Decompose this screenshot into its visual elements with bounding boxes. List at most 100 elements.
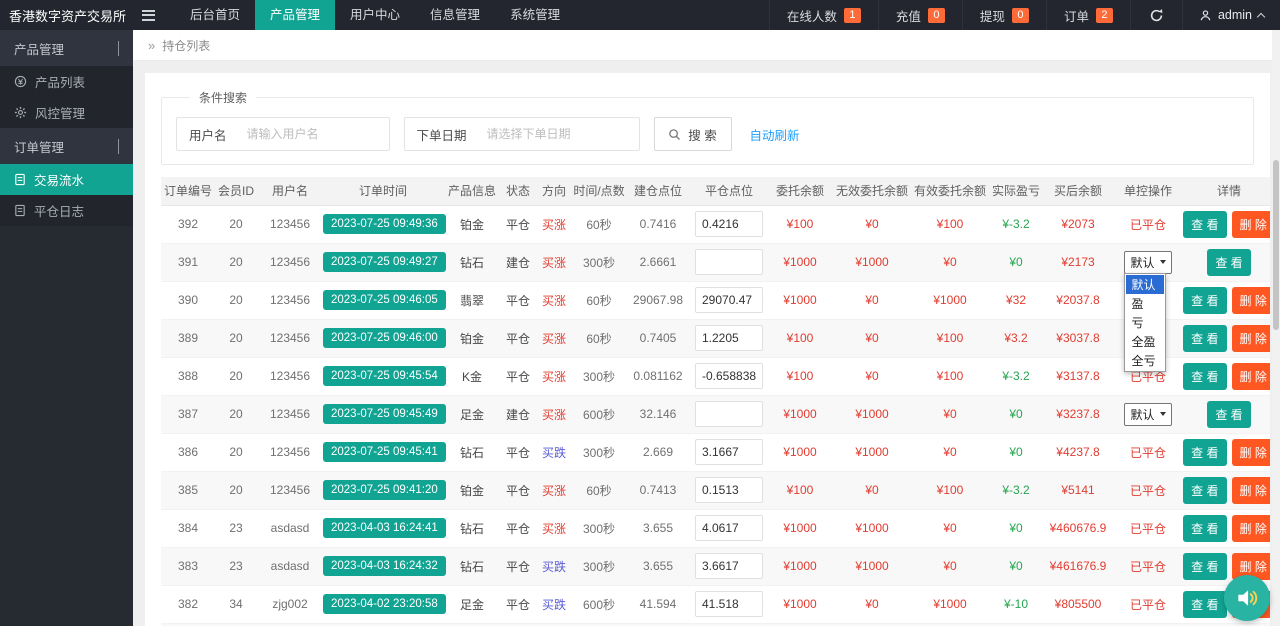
risk-control-cell: 默认默认盈亏全盈全亏 <box>1113 243 1183 281</box>
select-option[interactable]: 盈 <box>1126 294 1164 313</box>
stat-0[interactable]: 在线人数1 <box>769 0 878 30</box>
close-point-input[interactable] <box>695 211 763 237</box>
delete-button[interactable]: 删 除 <box>1232 325 1271 352</box>
refresh-button[interactable] <box>1130 0 1182 30</box>
view-button[interactable]: 查 看 <box>1183 591 1226 618</box>
select-option[interactable]: 默认 <box>1126 275 1164 294</box>
close-point-input[interactable] <box>695 325 763 351</box>
sidebar-item-0-1[interactable]: 风控管理 <box>0 97 133 128</box>
nav-item-0[interactable]: 后台首页 <box>175 0 255 30</box>
view-button[interactable]: 查 看 <box>1183 477 1226 504</box>
table-row: 385201234562023-07-25 09:41:20铂金平仓买涨60秒0… <box>161 471 1270 509</box>
sound-float-button[interactable] <box>1224 575 1270 621</box>
status-label-cell: 平仓 <box>501 433 535 471</box>
scrollbar-thumb[interactable] <box>1273 160 1279 330</box>
order-time-badge: 2023-04-03 16:24:32 <box>323 556 446 576</box>
nav-item-2[interactable]: 用户中心 <box>335 0 415 30</box>
order-id-cell: 384 <box>161 509 215 547</box>
status-label-cell: 建仓 <box>501 243 535 281</box>
order-time-badge: 2023-07-25 09:45:41 <box>323 442 446 462</box>
delete-button[interactable]: 删 除 <box>1232 211 1271 238</box>
close-point-input[interactable] <box>695 401 763 427</box>
entrust-balance-cell: ¥1000 <box>767 509 833 547</box>
member-id-cell: 20 <box>215 395 257 433</box>
view-button[interactable]: 查 看 <box>1183 211 1226 238</box>
invalid-entrust-balance: ¥1000 <box>855 445 888 459</box>
actual-pnl: ¥-3.2 <box>1002 217 1029 231</box>
open-point: 29067.98 <box>633 293 683 307</box>
nav-item-4[interactable]: 系统管理 <box>495 0 575 30</box>
order-time-badge: 2023-04-02 23:20:58 <box>323 594 446 614</box>
nav-item-1[interactable]: 产品管理 <box>255 0 335 30</box>
search-button[interactable]: 搜 索 <box>654 117 732 151</box>
sidebar-item-label: 交易流水 <box>34 170 84 189</box>
delete-button[interactable]: 删 除 <box>1232 515 1271 542</box>
open-point: 32.146 <box>640 407 677 421</box>
view-button[interactable]: 查 看 <box>1207 401 1250 428</box>
risk-control-select[interactable]: 默认 <box>1124 251 1171 274</box>
direction-cell: 买涨 <box>535 243 573 281</box>
delete-button[interactable]: 删 除 <box>1232 363 1271 390</box>
sidebar-section-0[interactable]: 产品管理 <box>0 30 133 66</box>
view-button[interactable]: 查 看 <box>1183 287 1226 314</box>
view-button[interactable]: 查 看 <box>1183 515 1226 542</box>
delete-button[interactable]: 删 除 <box>1232 287 1271 314</box>
sidebar-item-1-1[interactable]: 平仓日志 <box>0 195 133 226</box>
product-name-cell: 钻石 <box>443 243 501 281</box>
valid-entrust-balance-cell: ¥100 <box>911 471 989 509</box>
duration: 60秒 <box>586 294 611 308</box>
close-point-input[interactable] <box>695 439 763 465</box>
auto-refresh-link[interactable]: 自动刷新 <box>750 125 800 144</box>
actual-pnl: ¥-3.2 <box>1002 369 1029 383</box>
hamburger-icon[interactable] <box>133 0 163 30</box>
risk-control-select-wrap: 默认 <box>1124 403 1171 426</box>
stat-1[interactable]: 充值0 <box>878 0 962 30</box>
delete-button[interactable]: 删 除 <box>1232 439 1271 466</box>
stat-2[interactable]: 提现0 <box>962 0 1046 30</box>
close-point-cell <box>691 509 767 547</box>
user-name: admin <box>1218 8 1252 22</box>
sidebar-item-0-0[interactable]: 产品列表 <box>0 66 133 97</box>
user-menu[interactable]: admin <box>1182 0 1280 30</box>
sidebar-section-1[interactable]: 订单管理 <box>0 128 133 164</box>
invalid-entrust-balance: ¥0 <box>865 293 878 307</box>
select-option[interactable]: 全盈 <box>1126 332 1164 351</box>
close-point-input[interactable] <box>695 591 763 617</box>
sidebar-item-1-0[interactable]: 交易流水 <box>0 164 133 195</box>
direction-label: 买涨 <box>542 294 566 308</box>
member-id: 20 <box>229 369 242 383</box>
risk-control-select[interactable]: 默认 <box>1124 403 1171 426</box>
close-point-input[interactable] <box>695 287 763 313</box>
order-date-input[interactable] <box>479 119 639 149</box>
view-button[interactable]: 查 看 <box>1183 553 1226 580</box>
close-point-input[interactable] <box>695 363 763 389</box>
close-point-input[interactable] <box>695 477 763 503</box>
entrust-balance: ¥100 <box>787 331 814 345</box>
close-point-input[interactable] <box>695 249 763 275</box>
actual-pnl-cell: ¥-3.2 <box>989 205 1043 243</box>
delete-button[interactable]: 删 除 <box>1232 477 1271 504</box>
close-point-input[interactable] <box>695 515 763 541</box>
select-option[interactable]: 亏 <box>1126 313 1164 332</box>
open-point-cell: 0.7413 <box>625 471 691 509</box>
username-input[interactable] <box>239 119 389 149</box>
table-row: 392201234562023-07-25 09:49:36铂金平仓买涨60秒0… <box>161 205 1270 243</box>
entrust-balance-cell: ¥1000 <box>767 243 833 281</box>
stat-3[interactable]: 订单2 <box>1046 0 1130 30</box>
view-button[interactable]: 查 看 <box>1183 325 1226 352</box>
status-label: 建仓 <box>506 408 530 422</box>
view-button[interactable]: 查 看 <box>1183 439 1226 466</box>
stat-count-badge: 0 <box>1012 8 1029 23</box>
nav-item-3[interactable]: 信息管理 <box>415 0 495 30</box>
entrust-balance: ¥1000 <box>783 255 816 269</box>
search-icon <box>668 128 681 141</box>
entrust-balance-cell: ¥1000 <box>767 281 833 319</box>
direction-cell: 买涨 <box>535 319 573 357</box>
select-option[interactable]: 全亏 <box>1126 351 1164 370</box>
close-point-input[interactable] <box>695 553 763 579</box>
member-id-cell: 34 <box>215 585 257 623</box>
view-button[interactable]: 查 看 <box>1207 249 1250 276</box>
invalid-entrust-balance-cell: ¥0 <box>833 205 911 243</box>
column-header: 订单时间 <box>323 177 443 205</box>
view-button[interactable]: 查 看 <box>1183 363 1226 390</box>
